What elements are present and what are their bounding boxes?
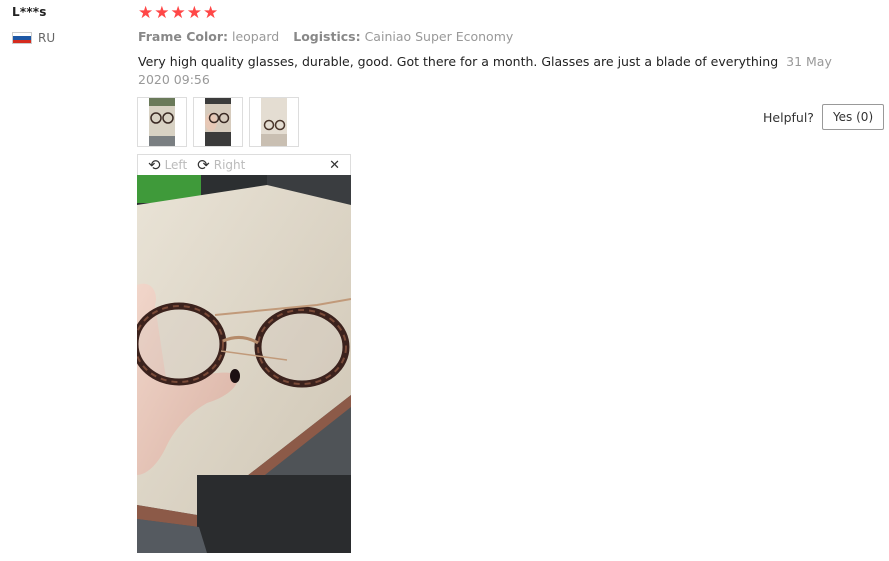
review-body: Very high quality glasses, durable, good… (138, 54, 779, 69)
review-attributes: Frame Color: leopard Logistics: Cainiao … (138, 29, 513, 44)
photo-glasses-3 (261, 98, 287, 146)
image-viewer-photo (137, 175, 351, 553)
rotate-right-icon: ⟳ (197, 155, 210, 174)
star-icon: ★ (186, 3, 202, 23)
review-text: Very high quality glasses, durable, good… (138, 53, 838, 89)
review-photo-thumbnail[interactable] (193, 97, 243, 147)
reviewer-country: RU (12, 31, 55, 45)
country-code: RU (38, 31, 56, 45)
frame-color-value: leopard (231, 29, 280, 44)
review-photo-thumbnail[interactable] (137, 97, 187, 147)
logistics-value: Cainiao Super Economy (364, 29, 514, 44)
frame-color-label: Frame Color: (138, 29, 228, 44)
star-icon: ★ (170, 3, 186, 23)
logistics-label: Logistics: (293, 29, 361, 44)
review-thumbnails (137, 97, 299, 147)
rotate-right-button[interactable]: ⟳ Right (197, 155, 246, 174)
photo-glasses-1 (149, 98, 175, 146)
frame-color-attr: Frame Color: leopard (138, 29, 279, 44)
logistics-attr: Logistics: Cainiao Super Economy (293, 29, 513, 44)
photo-glasses-2 (205, 98, 231, 146)
glasses-photo (137, 175, 351, 553)
helpful-yes-button[interactable]: Yes (0) (821, 104, 885, 130)
rotate-left-button[interactable]: ⟲ Left (148, 155, 188, 174)
rotate-left-label: Left (164, 158, 188, 172)
star-icon: ★ (154, 3, 170, 23)
star-icon: ★ (138, 3, 154, 23)
star-icon: ★ (203, 3, 219, 23)
rotate-right-label: Right (213, 158, 246, 172)
rotate-left-icon: ⟲ (148, 155, 161, 174)
russia-flag-icon (12, 32, 32, 44)
image-viewer-toolbar: ⟲ Left ⟳ Right ✕ (137, 154, 351, 175)
review-photo-thumbnail[interactable] (249, 97, 299, 147)
helpful-section: Helpful? Yes (0) (763, 104, 885, 130)
rating-stars: ★ ★ ★ ★ ★ (138, 3, 218, 23)
close-icon[interactable]: ✕ (329, 158, 340, 173)
reviewer-name: L***s (12, 5, 47, 19)
helpful-label: Helpful? (763, 109, 814, 125)
